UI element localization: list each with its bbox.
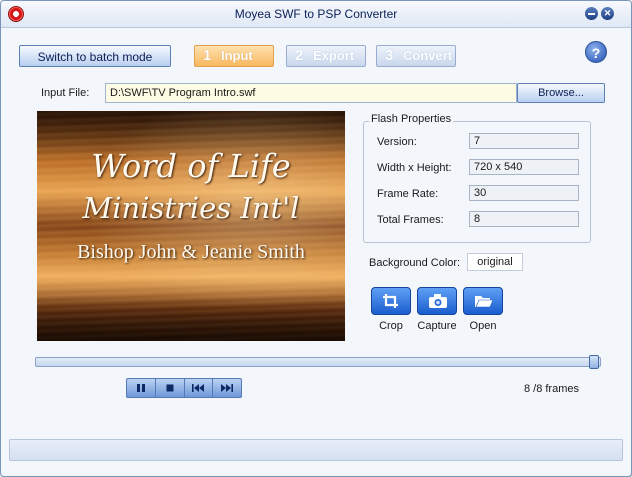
background-color-field[interactable]: original (467, 253, 523, 271)
step-number: 3 (385, 47, 394, 64)
preview-subtitle-line: Ministries Int'l (82, 191, 300, 225)
crop-icon (383, 294, 398, 308)
step-number: 1 (203, 47, 212, 64)
input-file-field[interactable]: D:\SWF\TV Program Intro.swf (105, 83, 517, 103)
title-bar: Moyea SWF to PSP Converter ✕ (1, 1, 631, 28)
dimensions-value: 720 x 540 (469, 159, 579, 175)
open-label: Open (469, 320, 497, 332)
browse-button[interactable]: Browse... (517, 83, 605, 103)
playback-slider-thumb[interactable] (589, 355, 599, 369)
frame-counter: 8 /8 frames (523, 383, 579, 395)
crop-button[interactable] (371, 287, 411, 315)
pause-button[interactable] (127, 379, 156, 397)
fast-forward-button[interactable] (213, 379, 241, 397)
step-convert-button[interactable]: 3 Convert (376, 45, 456, 67)
rewind-button[interactable] (185, 379, 214, 397)
camera-icon (429, 294, 447, 308)
close-button[interactable]: ✕ (601, 7, 614, 20)
status-bar (9, 439, 623, 461)
stop-icon (166, 384, 174, 392)
fast-forward-icon (221, 384, 234, 392)
playback-controls (126, 378, 242, 398)
capture-label: Capture (417, 320, 457, 332)
batch-mode-button[interactable]: Switch to batch mode (19, 45, 171, 67)
video-preview: Word of Life Ministries Int'l Bishop Joh… (37, 111, 345, 341)
playback-slider[interactable] (35, 357, 601, 367)
input-file-label: Input File: (41, 87, 90, 99)
step-input-button[interactable]: 1 Input (194, 45, 274, 67)
version-value: 7 (469, 133, 579, 149)
rewind-icon (192, 384, 205, 392)
step-label: Export (313, 48, 355, 63)
step-export-button[interactable]: 2 Export (286, 45, 366, 67)
open-button[interactable] (463, 287, 503, 315)
version-label: Version: (377, 136, 417, 148)
pause-icon (136, 384, 145, 392)
total-frames-label: Total Frames: (377, 214, 444, 226)
dimensions-label: Width x Height: (377, 162, 452, 174)
background-color-label: Background Color: (369, 257, 461, 269)
main-window: Moyea SWF to PSP Converter ✕ Switch to b… (0, 0, 632, 477)
capture-button[interactable] (417, 287, 457, 315)
frame-rate-label: Frame Rate: (377, 188, 439, 200)
window-title: Moyea SWF to PSP Converter (234, 7, 398, 21)
main-panel: Switch to batch mode 1 Input 2 Export 3 … (9, 37, 623, 427)
help-button[interactable]: ? (585, 41, 607, 63)
frame-rate-value: 30 (469, 185, 579, 201)
preview-names-line: Bishop John & Jeanie Smith (77, 241, 305, 263)
step-label: Convert (403, 48, 453, 63)
folder-open-icon (475, 296, 494, 308)
step-label: Input (221, 48, 253, 63)
total-frames-value: 8 (469, 211, 579, 227)
flash-properties-title: Flash Properties (369, 113, 454, 125)
preview-title-line: Word of Life (91, 147, 291, 185)
stop-button[interactable] (156, 379, 185, 397)
minimize-button[interactable] (585, 7, 598, 20)
crop-label: Crop (379, 320, 403, 332)
step-number: 2 (295, 47, 304, 64)
